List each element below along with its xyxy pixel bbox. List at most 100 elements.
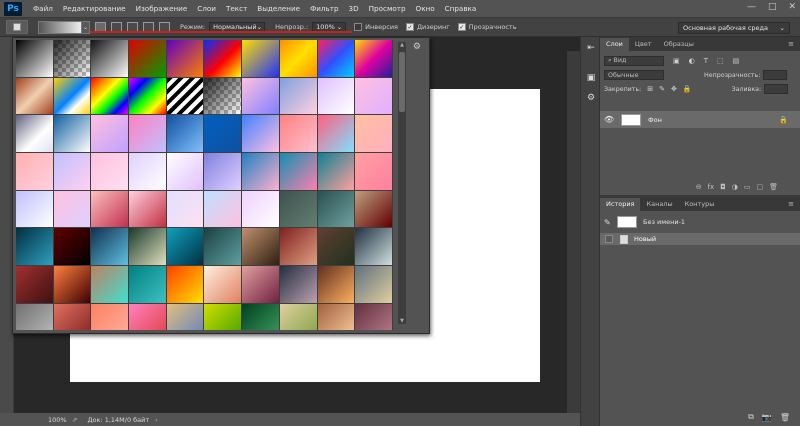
gradient-preset-swatch[interactable]: [129, 40, 167, 78]
properties-dock-icon[interactable]: ⚙: [584, 91, 598, 105]
gradient-preset-swatch[interactable]: [16, 266, 54, 304]
gradient-preset-swatch[interactable]: [242, 40, 280, 78]
layer-row-background[interactable]: 👁 Фон 🔒: [600, 111, 800, 128]
camera-icon[interactable]: 📷: [762, 413, 772, 422]
gradient-preset-swatch[interactable]: [317, 77, 356, 116]
new-layer-icon[interactable]: ▢: [756, 183, 763, 191]
zoom-level[interactable]: 100%: [48, 416, 67, 424]
gradient-preset-swatch[interactable]: [166, 77, 205, 116]
gradient-preset-swatch[interactable]: [317, 115, 356, 154]
gradient-preset-swatch[interactable]: [166, 228, 205, 267]
filter-type-icon[interactable]: T: [704, 57, 708, 65]
history-state-row[interactable]: Новый: [600, 233, 800, 245]
tool-preset-picker[interactable]: [6, 20, 28, 34]
gradient-preset-swatch[interactable]: [91, 190, 130, 229]
gradient-preset-swatch[interactable]: [91, 228, 130, 267]
fx-icon[interactable]: fx: [708, 183, 715, 191]
document-scrollbar[interactable]: [567, 51, 580, 413]
gradient-preset-swatch[interactable]: [16, 190, 54, 229]
layer-opacity-field[interactable]: [763, 70, 788, 80]
gradient-preset-swatch[interactable]: [53, 40, 92, 78]
gradient-preset-swatch[interactable]: [317, 303, 356, 330]
gradient-preset-swatch[interactable]: [355, 266, 393, 304]
gradient-preset-swatch[interactable]: [279, 266, 318, 304]
tab-color[interactable]: Цвет: [629, 38, 658, 51]
gradient-preset-swatch[interactable]: [53, 303, 92, 330]
gradient-preset-swatch[interactable]: [16, 228, 54, 267]
menu-view[interactable]: Просмотр: [364, 4, 411, 13]
gradient-preset-swatch[interactable]: [317, 153, 356, 191]
history-brush-icon[interactable]: ✎: [604, 218, 614, 227]
gradient-preset-swatch[interactable]: [242, 190, 280, 229]
gradient-preset-swatch[interactable]: [204, 190, 243, 229]
gradient-preset-swatch[interactable]: [166, 266, 205, 304]
menu-window[interactable]: Окно: [411, 4, 440, 13]
lock-image-icon[interactable]: ✎: [659, 85, 665, 93]
filter-adjustment-icon[interactable]: ◐: [689, 57, 695, 65]
gradient-preset-swatch[interactable]: [53, 115, 92, 154]
gradient-preset-swatch[interactable]: [317, 190, 356, 229]
gradient-preset-swatch[interactable]: [166, 303, 205, 330]
gradient-preset-swatch[interactable]: [91, 266, 130, 304]
menu-layers[interactable]: Слои: [192, 4, 221, 13]
inverse-checkbox[interactable]: Инверсия: [354, 23, 398, 31]
workspace-select[interactable]: Основная рабочая среда ⌄: [678, 22, 790, 34]
gradient-preset-swatch[interactable]: [242, 153, 280, 191]
gradient-preset-swatch[interactable]: [242, 77, 280, 116]
menu-file[interactable]: Файл: [28, 4, 58, 13]
gradient-preset-swatch[interactable]: [129, 228, 167, 267]
gradient-preset-swatch[interactable]: [16, 153, 54, 191]
gradient-preset-swatch[interactable]: [242, 303, 280, 330]
history-snapshot[interactable]: ✎ Без имени-1: [600, 214, 800, 230]
gradient-preset-swatch[interactable]: [53, 77, 92, 116]
gradient-preset-swatch[interactable]: [355, 40, 393, 78]
export-icon[interactable]: ⇗: [72, 416, 77, 424]
gradient-preset-swatch[interactable]: [355, 115, 393, 154]
gradient-preset-swatch[interactable]: [242, 228, 280, 267]
gradient-preset-swatch[interactable]: [166, 115, 205, 154]
gradient-preset-swatch[interactable]: [279, 190, 318, 229]
gear-icon[interactable]: ⚙: [413, 42, 421, 52]
gradient-preset-swatch[interactable]: [355, 228, 393, 267]
gradient-preset-swatch[interactable]: [279, 303, 318, 330]
filter-smart-object-icon[interactable]: ▤: [733, 57, 740, 65]
gradient-preset-swatch[interactable]: [91, 115, 130, 154]
collapse-icon[interactable]: ⇤: [584, 41, 598, 55]
layer-filter-select[interactable]: ⌕ Вид: [604, 56, 664, 66]
gradient-preset-swatch[interactable]: [355, 303, 393, 330]
panel-menu-icon[interactable]: ≡: [788, 200, 794, 211]
visibility-eye-icon[interactable]: 👁: [604, 115, 618, 124]
gradient-preset-swatch[interactable]: [317, 266, 356, 304]
tab-history[interactable]: История: [600, 198, 641, 211]
filter-shape-icon[interactable]: ⬚: [717, 57, 724, 65]
dither-checkbox-box[interactable]: ✓: [405, 23, 414, 31]
scroll-up-icon[interactable]: ▲: [398, 42, 406, 48]
adjustment-layer-icon[interactable]: ◑: [732, 183, 738, 191]
menu-edit[interactable]: Редактирование: [58, 4, 131, 13]
menu-image[interactable]: Изображение: [131, 4, 193, 13]
gradient-preset-swatch[interactable]: [204, 115, 243, 154]
panel-menu-icon[interactable]: ≡: [788, 40, 794, 51]
gradient-preview-swatch[interactable]: [38, 20, 82, 34]
gradient-picker-toggle[interactable]: ⌄: [82, 20, 90, 34]
gradient-preset-swatch[interactable]: [129, 266, 167, 304]
gradient-preset-swatch[interactable]: [355, 77, 393, 116]
gradient-picker-scrollbar[interactable]: ▲ ▼: [398, 42, 406, 324]
dither-checkbox[interactable]: ✓ Дизеринг: [405, 23, 450, 31]
scroll-down-icon[interactable]: ▼: [398, 318, 406, 324]
group-folder-icon[interactable]: ▭: [744, 183, 751, 191]
gradient-preset-swatch[interactable]: [317, 40, 356, 78]
gradient-preset-swatch[interactable]: [204, 153, 243, 191]
gradient-preset-swatch[interactable]: [16, 40, 54, 78]
gradient-preset-swatch[interactable]: [129, 77, 167, 116]
menu-select[interactable]: Выделение: [252, 4, 305, 13]
gradient-preset-swatch[interactable]: [129, 190, 167, 229]
trash-icon[interactable]: 🗑: [769, 183, 778, 191]
gradient-preset-swatch[interactable]: [129, 115, 167, 154]
gradient-preset-swatch[interactable]: [166, 40, 205, 78]
gradient-preset-swatch[interactable]: [16, 77, 54, 116]
tab-swatches[interactable]: Образцы: [658, 38, 700, 51]
gradient-preset-swatch[interactable]: [91, 303, 130, 330]
gradient-preset-swatch[interactable]: [16, 115, 54, 154]
gradient-preset-swatch[interactable]: [53, 228, 92, 267]
